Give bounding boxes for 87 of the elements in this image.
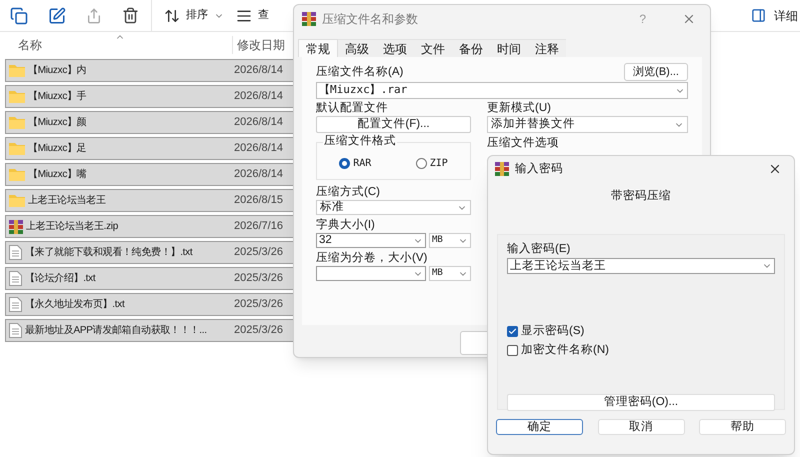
dialog-button[interactable]: 确定 (496, 419, 583, 435)
delete-icon[interactable] (122, 7, 139, 24)
sort-icon (164, 8, 180, 24)
field-label: 压缩方式(C) (316, 185, 381, 200)
app-icon (495, 162, 509, 176)
folder-icon (9, 168, 25, 181)
modified-date: 2026/8/14 (234, 89, 283, 104)
folder-icon (9, 116, 25, 129)
file-name: 【论坛介绍】.txt (25, 272, 96, 286)
radio-button[interactable] (339, 158, 350, 169)
modified-date: 2025/3/26 (234, 323, 283, 338)
document-icon (9, 297, 22, 312)
password-field[interactable]: 上老王论坛当老王 (507, 258, 775, 274)
folder-icon (9, 194, 25, 207)
field-label: 字典大小(I) (316, 218, 376, 233)
profile-button[interactable]: 配置文件(F)... (316, 116, 471, 133)
file-name: 【Miuzxc】足 (28, 142, 86, 156)
tab[interactable]: 备份 (452, 39, 490, 57)
tab[interactable]: 高级 (338, 39, 376, 57)
field-label: 默认配置文件 (316, 101, 389, 116)
tab[interactable]: 文件 (414, 39, 452, 57)
column-header[interactable]: 修改日期 (232, 36, 285, 54)
unit-dropdown[interactable]: MB (429, 233, 471, 248)
dialog-heading: 带密码压缩 (611, 189, 671, 204)
window-title: 压缩文件名和参数 (322, 11, 419, 28)
file-name: 【永久地址发布页】.txt (25, 298, 124, 312)
radio-option[interactable]: RAR (339, 156, 372, 171)
folder-icon (9, 64, 25, 77)
unit-dropdown[interactable]: MB (429, 266, 471, 281)
modified-date: 2026/8/14 (234, 167, 283, 182)
modified-date: 2025/3/26 (234, 297, 283, 312)
document-icon (9, 245, 22, 260)
document-icon (9, 323, 22, 338)
details-pane-button[interactable]: 详细 (751, 6, 800, 24)
file-name: 【来了就能下载和观看！纯免费！】.txt (25, 246, 192, 260)
browse-button[interactable]: 浏览(B)... (624, 63, 688, 81)
close-icon[interactable] (768, 162, 782, 176)
modified-date: 2026/8/14 (234, 141, 283, 156)
modified-date: 2025/3/26 (234, 271, 283, 286)
checkbox-option[interactable]: 加密文件名称(N) (507, 343, 775, 358)
checkbox-option[interactable]: 显示密码(S) (507, 324, 775, 339)
file-name: 【Miuzxc】内 (28, 64, 86, 78)
radio-button[interactable] (416, 158, 427, 169)
tab[interactable]: 常规 (298, 39, 338, 57)
toolbar-button[interactable]: 查 (236, 2, 269, 28)
checkbox[interactable] (507, 326, 518, 337)
tab[interactable]: 选项 (376, 39, 414, 57)
column-header[interactable]: 名称 (18, 36, 232, 54)
copy-icon[interactable] (10, 6, 28, 24)
archive-icon (9, 220, 23, 234)
volume-size-dropdown[interactable] (316, 266, 426, 281)
dialog-button[interactable]: 取消 (598, 419, 684, 435)
file-name: 最新地址及APP请发邮箱自动获取！！！... (25, 324, 207, 338)
details-pane-icon (751, 8, 766, 23)
update-mode-dropdown[interactable]: 添加并替换文件 (487, 116, 688, 133)
dialog-button[interactable]: 帮助 (699, 419, 786, 435)
app-icon (302, 12, 316, 26)
modified-date: 2026/8/14 (234, 115, 283, 130)
file-name: 上老王论坛当老王 (28, 194, 106, 208)
file-name: 上老王论坛当老王.zip (26, 220, 118, 234)
tab[interactable]: 时间 (490, 39, 528, 57)
folder-icon (9, 142, 25, 155)
folder-icon (9, 90, 25, 103)
modified-date: 2025/3/26 (234, 245, 283, 260)
archive-name-field[interactable]: 【Miuzxc】.rar (316, 82, 688, 99)
field-label: 压缩为分卷，大小(V) (316, 251, 428, 266)
field-label: 更新模式(U) (487, 101, 552, 116)
file-name: 【Miuzxc】颜 (28, 116, 86, 130)
field-label: 压缩文件名称(A) (316, 64, 404, 80)
checkbox[interactable] (507, 345, 518, 356)
file-name: 【Miuzxc】嘴 (28, 168, 86, 182)
dictionary-size-dropdown[interactable]: 32 (316, 233, 426, 248)
file-name: 【Miuzxc】手 (28, 90, 86, 104)
toolbar-button[interactable]: 排序 (164, 2, 224, 28)
group-title: 压缩文件选项 (487, 136, 560, 151)
method-dropdown[interactable]: 标准 (316, 200, 471, 215)
modified-date: 2026/7/16 (234, 219, 283, 234)
modified-date: 2026/8/15 (234, 193, 283, 208)
modified-date: 2026/8/14 (234, 63, 283, 78)
document-icon (9, 271, 22, 286)
list-view-icon (236, 8, 252, 24)
manage-passwords-button[interactable]: 管理密码(O)... (507, 394, 775, 411)
rename-icon[interactable] (48, 6, 66, 24)
radio-option[interactable]: ZIP (416, 156, 448, 171)
tab[interactable]: 注释 (528, 39, 566, 57)
window-title: 输入密码 (515, 162, 564, 176)
field-label: 输入密码(E) (507, 242, 572, 257)
